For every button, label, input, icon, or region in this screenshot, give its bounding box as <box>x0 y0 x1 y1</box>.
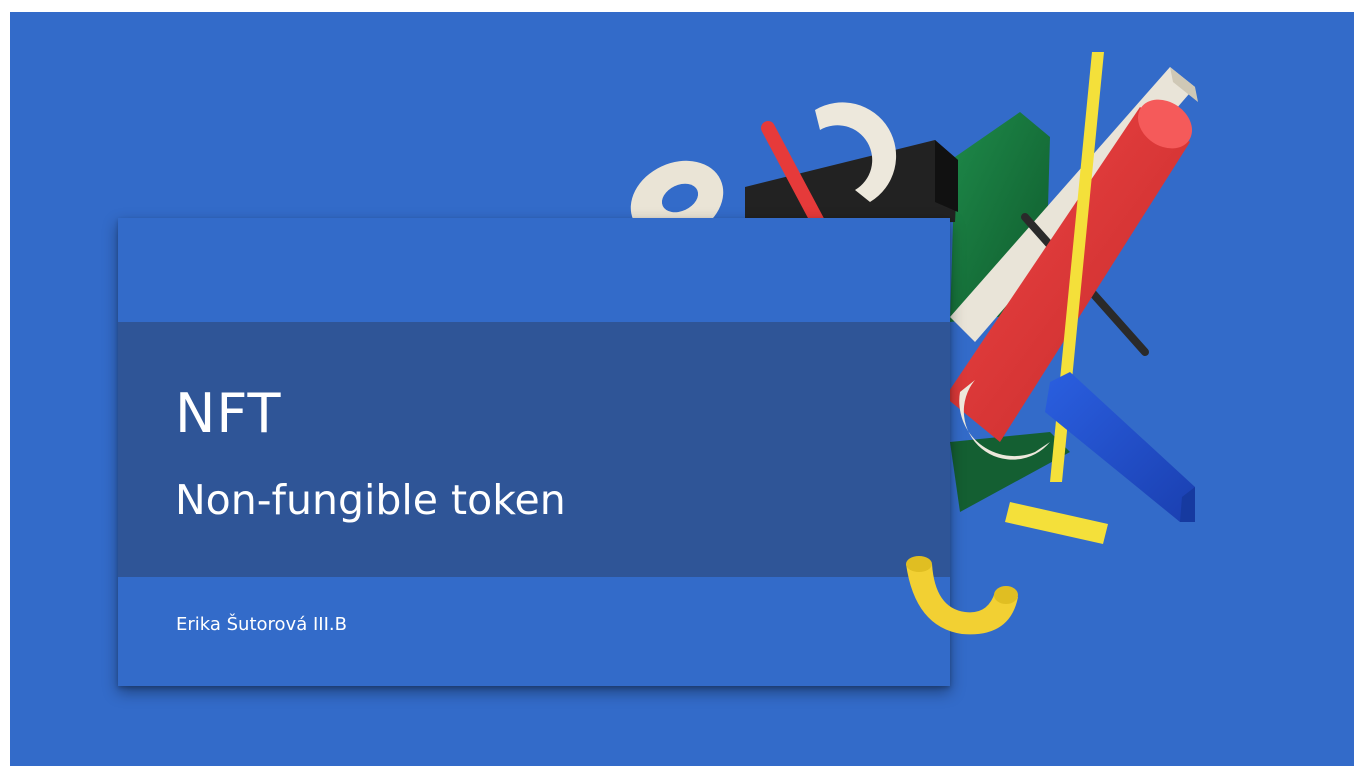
small-yellow-bar <box>1005 502 1108 544</box>
author-label: Erika Šutorová III.B <box>176 614 347 635</box>
title-card: NFT Non-fungible token Erika Šutorová II… <box>118 218 950 686</box>
slide-title: NFT <box>175 382 282 445</box>
title-slide: NFT Non-fungible token Erika Šutorová II… <box>10 12 1354 766</box>
blue-bar <box>1045 372 1195 522</box>
slide-subtitle: Non-fungible token <box>175 476 566 524</box>
title-band: NFT Non-fungible token <box>118 322 950 577</box>
